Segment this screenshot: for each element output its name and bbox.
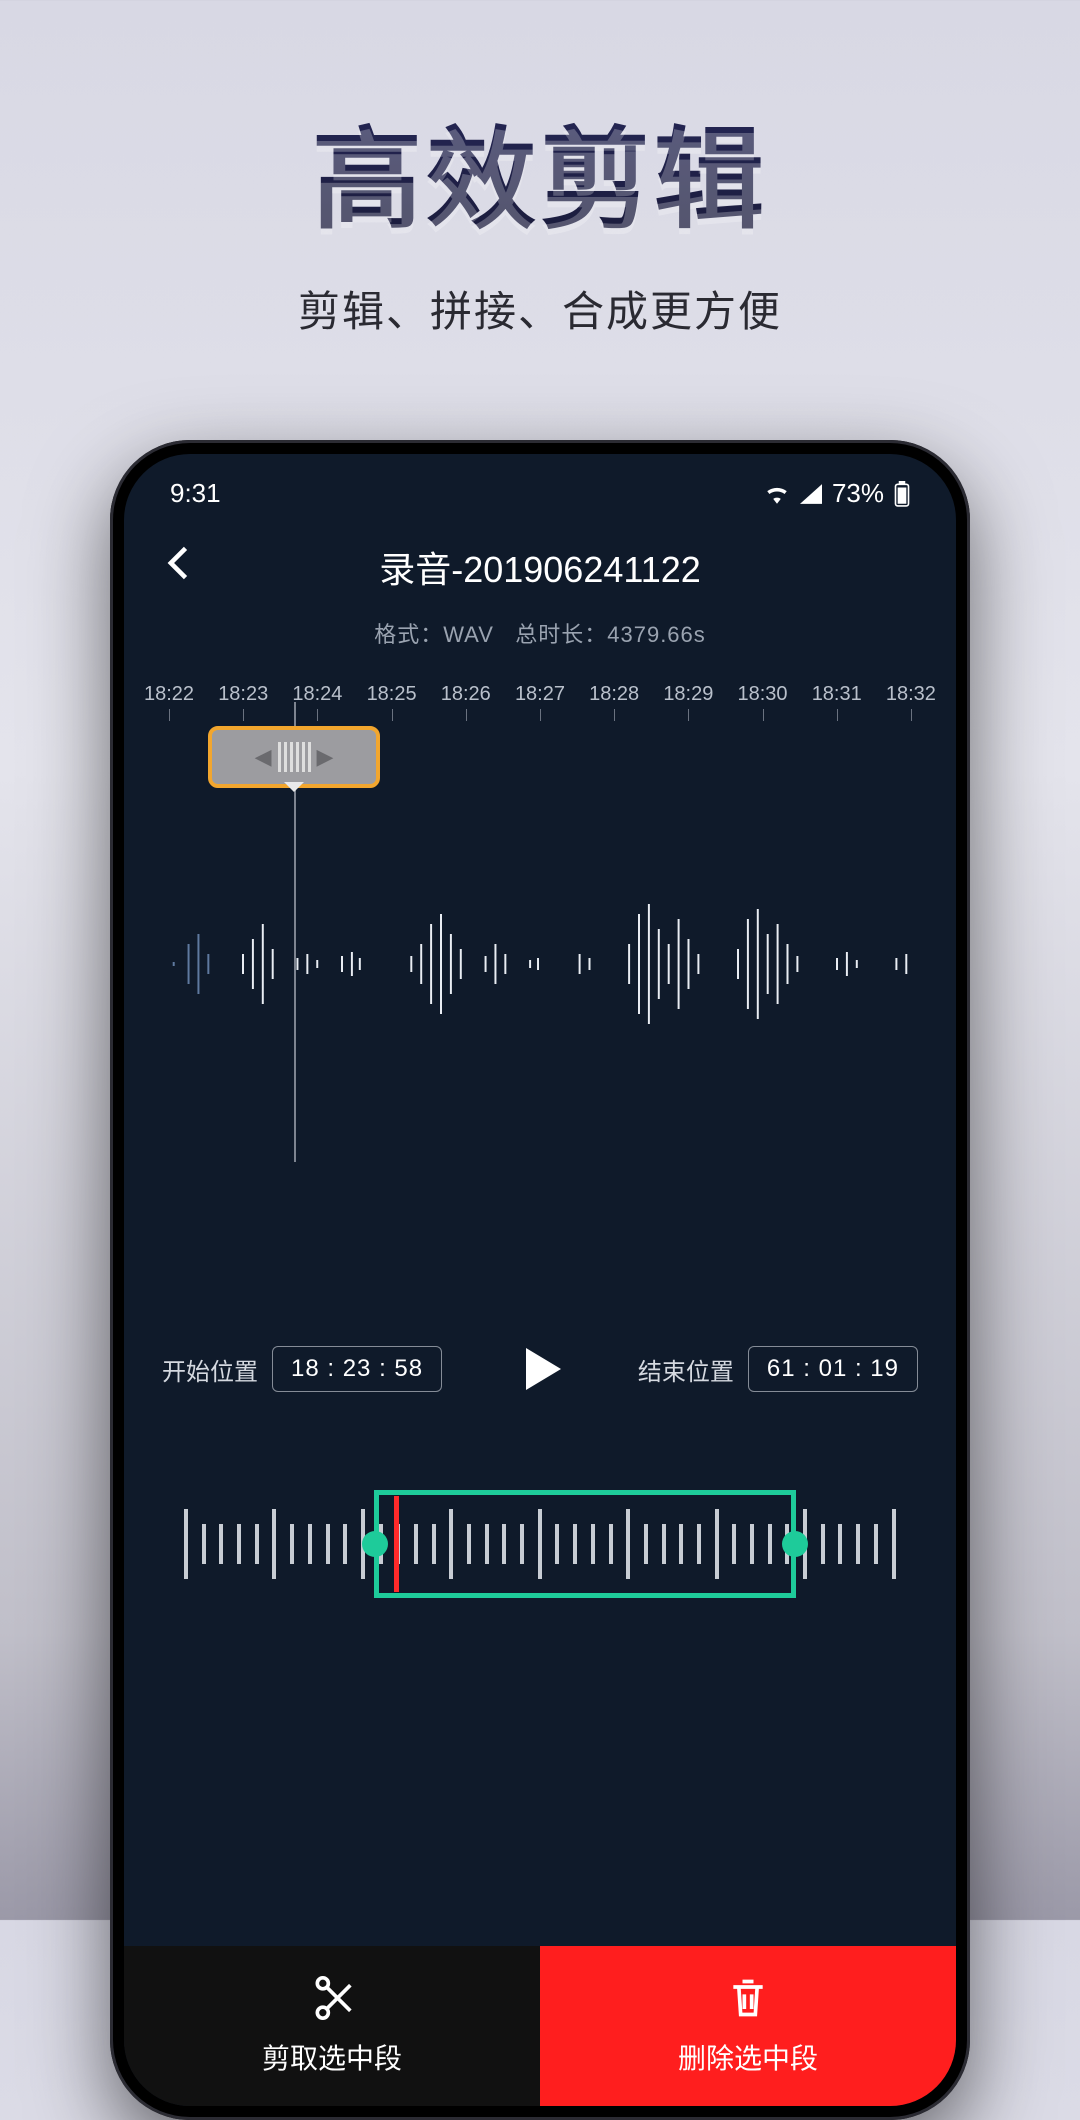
ruler-tick: 18:31 (812, 683, 862, 706)
battery-icon (894, 481, 910, 507)
promo-subtitle: 剪辑、拼接、合成更方便 (0, 278, 1080, 339)
ruler-tick: 18:27 (515, 683, 565, 706)
ruler-tick: 18:23 (218, 683, 268, 706)
selection-ruler[interactable] (184, 1484, 896, 1604)
format-value: WAV (443, 622, 494, 647)
status-time: 9:31 (170, 478, 221, 509)
ruler-tick: 18:30 (738, 683, 788, 706)
duration-label: 总时长： (515, 622, 607, 647)
back-button[interactable] (158, 541, 202, 585)
selection-handle-left[interactable] (362, 1531, 388, 1557)
status-bar: 9:31 73% (124, 454, 956, 519)
cell-signal-icon (800, 484, 822, 504)
play-button[interactable] (505, 1334, 575, 1404)
chevron-right-icon: ▶ (317, 744, 334, 770)
cut-selection-button[interactable]: 剪取选中段 (124, 1946, 540, 2106)
end-position-input[interactable]: 61 : 01 : 19 (748, 1346, 918, 1392)
selection-handle-right[interactable] (782, 1531, 808, 1557)
wifi-icon (764, 484, 790, 504)
format-label: 格式： (374, 622, 443, 647)
cut-button-label: 剪取选中段 (262, 2037, 402, 2077)
ruler-tick: 18:29 (663, 683, 713, 706)
trash-icon (726, 1976, 770, 2027)
chevron-left-icon: ◀ (255, 744, 272, 770)
bottom-actions: 剪取选中段 删除选中段 (124, 1946, 956, 2106)
status-battery-text: 73% (832, 478, 884, 509)
end-position-group: 结束位置 61 : 01 : 19 (638, 1346, 918, 1392)
scrub-handle[interactable]: ◀ ▶ (208, 726, 380, 788)
ruler-tick: 18:25 (367, 683, 417, 706)
scissors-icon (310, 1976, 354, 2027)
page-title: 录音-201906241122 (124, 541, 956, 593)
start-position-input[interactable]: 18 : 23 : 58 (272, 1346, 442, 1392)
phone-frame: 9:31 73% 录音-201906241122 格式：WAV (110, 440, 970, 2120)
ruler-tick: 18:24 (292, 683, 342, 706)
phone-screen: 9:31 73% 录音-201906241122 格式：WAV (124, 454, 956, 2106)
duration-value: 4379.66s (607, 622, 706, 647)
app-bar: 录音-201906241122 (124, 519, 956, 599)
ruler-tick: 18:32 (886, 683, 936, 706)
ruler-tick: 18:22 (144, 683, 194, 706)
file-meta: 格式：WAV 总时长：4379.66s (124, 617, 956, 649)
position-controls: 开始位置 18 : 23 : 58 结束位置 61 : 01 : 19 (124, 1334, 956, 1404)
start-position-label: 开始位置 (162, 1352, 258, 1387)
promo-title: 高效剪辑 (0, 0, 1080, 250)
ruler-tick: 18:26 (441, 683, 491, 706)
grip-icon (278, 742, 311, 772)
delete-button-label: 删除选中段 (678, 2037, 818, 2077)
time-ruler[interactable]: 18:22 18:23 18:24 18:25 18:26 18:27 18:2… (124, 683, 956, 706)
selection-box[interactable] (374, 1490, 796, 1598)
waveform[interactable] (144, 884, 936, 1044)
end-position-label: 结束位置 (638, 1352, 734, 1387)
delete-selection-button[interactable]: 删除选中段 (540, 1946, 956, 2106)
start-position-group: 开始位置 18 : 23 : 58 (162, 1346, 442, 1392)
selection-playhead (394, 1496, 399, 1592)
ruler-tick: 18:28 (589, 683, 639, 706)
